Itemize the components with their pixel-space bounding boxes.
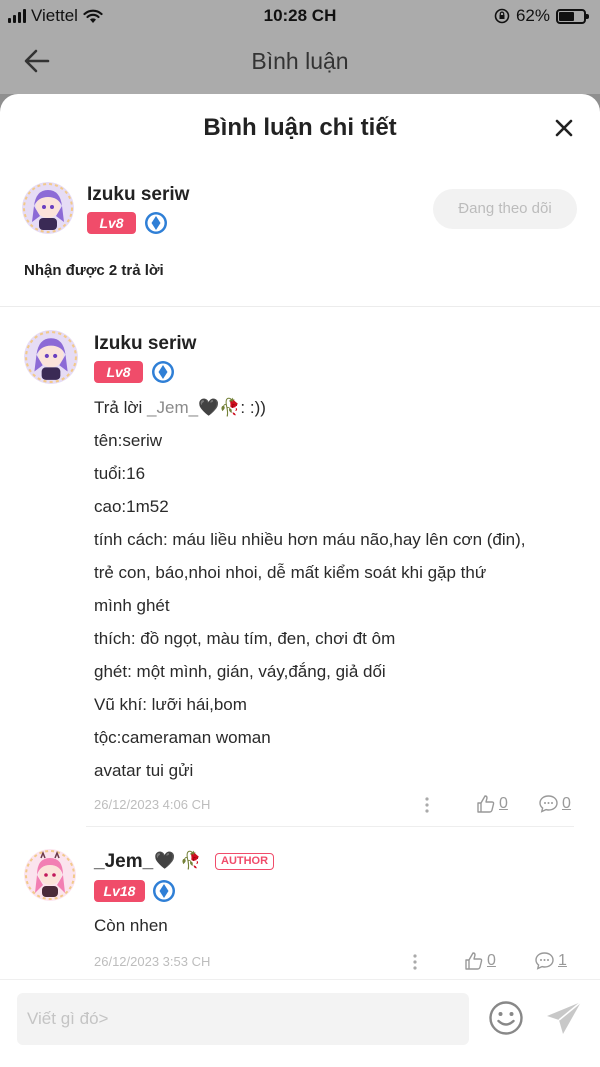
sheet-title: Bình luận chi tiết — [203, 114, 397, 141]
status-bar: Viettel 10:28 CH 62% — [0, 0, 600, 32]
comment-mention-line: Trả lời _Jem_🖤🥀: :)) — [94, 398, 266, 418]
verified-badge-icon — [152, 361, 174, 383]
avatar[interactable] — [24, 849, 76, 901]
comment-text-line: thích: đồ ngọt, màu tím, đen, chơi đt ôm — [94, 629, 396, 648]
comment-timestamp: 26/12/2023 3:53 CH — [94, 954, 211, 969]
like-button[interactable]: 0 — [464, 951, 496, 971]
battery-icon — [556, 8, 589, 24]
level-badge: Lv8 — [87, 212, 136, 234]
close-icon[interactable] — [554, 118, 574, 138]
comment-text-line: Còn nhen — [94, 916, 168, 935]
comment-text-line: avatar tui gửi — [94, 761, 194, 780]
comment-detail-sheet: Bình luận chi tiết Izuku seriw Lv8 Đang … — [0, 94, 600, 1067]
reply-button[interactable]: 1 — [534, 951, 567, 971]
comment-text-line: tuổi:16 — [94, 464, 146, 483]
comment-bubble-icon — [535, 952, 554, 970]
avatar[interactable] — [24, 330, 78, 384]
send-icon[interactable] — [544, 998, 584, 1038]
level-badge: Lv18 — [94, 880, 145, 902]
header-user-name[interactable]: Izuku seriw — [87, 184, 189, 206]
reply-suffix: : :)) — [240, 398, 266, 417]
more-dots-icon[interactable] — [424, 796, 430, 814]
divider — [0, 306, 600, 307]
comment-text-line: tính cách: máu liều nhiều hơn máu não,ha… — [94, 530, 526, 549]
level-badge: Lv8 — [94, 361, 143, 383]
comment-text-line: tên:seriw — [94, 431, 163, 450]
nav-title: Bình luận — [251, 48, 349, 74]
rose-emoji: 🥀 — [219, 398, 241, 417]
comment-author-name[interactable]: _Jem_ — [94, 851, 153, 873]
like-button[interactable]: 0 — [476, 794, 508, 814]
black-heart-emoji: 🖤 — [154, 851, 176, 870]
nav-bar: Bình luận — [0, 32, 600, 94]
reply-count-small: 1 — [558, 952, 567, 969]
reply-button[interactable]: 0 — [538, 794, 571, 814]
status-right: 62% — [494, 6, 589, 26]
emoji-icon[interactable] — [488, 1000, 524, 1036]
verified-badge-icon — [153, 880, 175, 902]
comment-input[interactable] — [17, 993, 469, 1045]
follow-button[interactable]: Đang theo dõi — [433, 189, 577, 229]
comment-input-bar — [0, 979, 600, 1067]
comment-text-line: Vũ khí: lưỡi hái,bom — [94, 695, 247, 714]
row-divider — [86, 826, 574, 827]
black-heart-emoji: 🖤 — [198, 398, 220, 417]
reply-count-small: 0 — [562, 795, 571, 812]
reply-count: Nhận được 2 trả lời — [24, 262, 164, 279]
thumb-up-icon — [465, 952, 483, 970]
author-tag: AUTHOR — [215, 853, 275, 870]
verified-badge-icon — [145, 212, 167, 234]
rose-emoji: 🥀 — [180, 851, 202, 870]
more-dots-icon[interactable] — [412, 953, 418, 971]
lock-rotation-icon — [494, 8, 510, 24]
like-count: 0 — [487, 952, 496, 969]
mention-link[interactable]: _Jem_ — [147, 398, 198, 417]
comment-bubble-icon — [539, 795, 558, 813]
comment-text-line: cao:1m52 — [94, 497, 169, 516]
avatar[interactable] — [22, 182, 74, 234]
like-count: 0 — [499, 795, 508, 812]
reply-prefix: Trả lời — [94, 398, 148, 417]
battery-percent: 62% — [515, 6, 550, 25]
comment-text-line: mình ghét — [94, 596, 170, 615]
thumb-up-icon — [477, 795, 495, 813]
comment-author-name[interactable]: Izuku seriw — [94, 333, 196, 355]
comment-text-line: tộc:cameraman woman — [94, 728, 271, 747]
comment-text-line: trẻ con, báo,nhoi nhoi, dễ mất kiểm soát… — [94, 563, 487, 582]
battery-fill — [559, 11, 574, 21]
comment-text-line: ghét: một mình, gián, váy,đắng, giả dối — [94, 662, 386, 681]
comment-timestamp: 26/12/2023 4:06 CH — [94, 797, 211, 812]
